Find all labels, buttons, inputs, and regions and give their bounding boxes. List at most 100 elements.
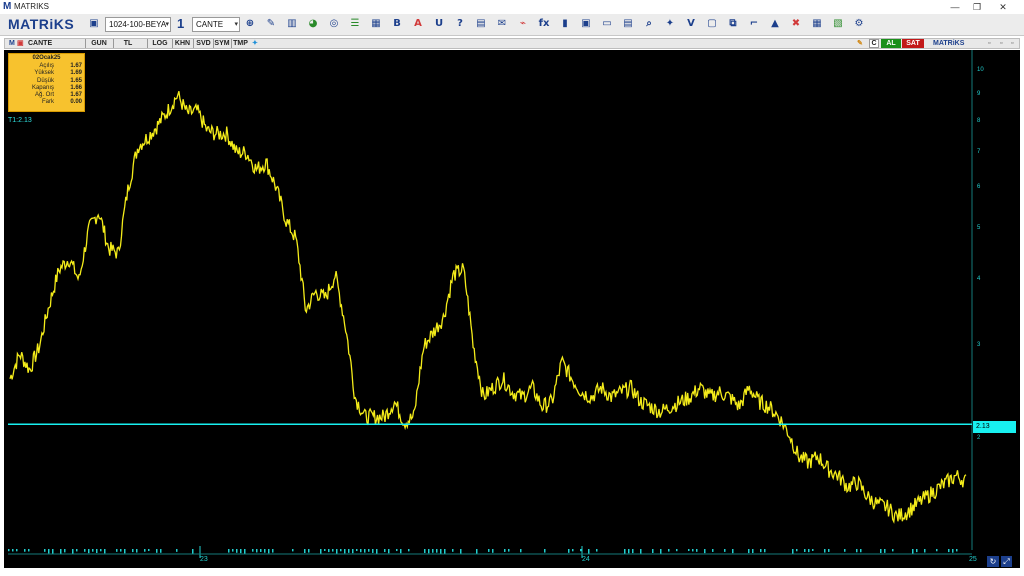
edit-icon[interactable]: ✎ xyxy=(857,39,863,48)
layout-number[interactable]: 1 xyxy=(177,16,184,31)
expand-icon[interactable]: ⤢ xyxy=(1001,556,1012,567)
restore-icon[interactable]: ⧉ xyxy=(726,17,740,31)
export-icon[interactable]: ▧ xyxy=(831,17,845,31)
calc-icon[interactable]: ▦ xyxy=(810,17,824,31)
tab-log[interactable]: LOG xyxy=(150,39,170,48)
trendline-label: T1:2.13 xyxy=(8,117,32,124)
volume-tick xyxy=(160,549,162,553)
maximize-button[interactable]: ❐ xyxy=(966,1,988,13)
volume-tick xyxy=(360,549,362,553)
volume-tick xyxy=(388,549,390,554)
table-icon[interactable]: ▦ xyxy=(369,17,383,31)
volume-tick xyxy=(760,549,762,553)
buy-button[interactable]: AL xyxy=(881,39,901,48)
chart-logo-icon: M xyxy=(9,40,15,47)
template-select[interactable]: 1024-100-BEYA ▾ xyxy=(105,17,171,32)
volume-tick xyxy=(580,549,582,552)
chart-symbol[interactable]: CANTE xyxy=(28,39,78,48)
search-icon[interactable]: ⌕ xyxy=(642,17,656,31)
link-icon[interactable]: ⌐ xyxy=(747,17,761,31)
save-icon[interactable]: ▣ xyxy=(87,17,101,31)
twitter-icon[interactable]: ✦ xyxy=(252,39,258,48)
volume-tick xyxy=(544,549,546,553)
close-button[interactable]: ✕ xyxy=(992,1,1014,13)
formula-icon[interactable]: fx xyxy=(537,17,551,31)
tab-tmp[interactable]: TMP xyxy=(231,39,250,48)
chevron-down-icon: ▾ xyxy=(165,21,169,28)
pie-chart-icon[interactable]: ◕ xyxy=(306,17,320,31)
tab-tl[interactable]: TL xyxy=(117,39,139,48)
volume-tick xyxy=(252,549,254,552)
volume-tick xyxy=(16,549,18,552)
globe-icon[interactable]: ◎ xyxy=(327,17,341,31)
help-icon[interactable]: ? xyxy=(453,17,467,31)
volume-tick xyxy=(44,549,46,552)
indicator-icon[interactable]: ▮ xyxy=(558,17,572,31)
tab-khn[interactable]: KHN xyxy=(173,39,192,48)
volume-tick xyxy=(400,549,402,554)
sell-button[interactable]: SAT xyxy=(902,39,924,48)
font-color-icon[interactable]: A xyxy=(411,17,425,31)
close-chart-icon[interactable]: ▫ xyxy=(1011,39,1013,48)
list-icon[interactable]: ☰ xyxy=(348,17,362,31)
volume-tick xyxy=(624,549,626,554)
volume-tick xyxy=(424,549,426,553)
volume-tick xyxy=(368,549,370,552)
volume-tick xyxy=(724,549,726,552)
volume-tick xyxy=(432,549,434,553)
scroll-icon[interactable]: ↻ xyxy=(987,556,999,567)
chart-brand: MATRiKS xyxy=(933,40,965,47)
bar-chart-icon[interactable]: ▥ xyxy=(285,17,299,31)
window-icon[interactable]: ▢ xyxy=(705,17,719,31)
volume-tick xyxy=(632,549,634,554)
minimize-chart-icon[interactable]: ▫ xyxy=(988,39,990,48)
volume-tick xyxy=(856,549,858,553)
bold-icon[interactable]: B xyxy=(390,17,404,31)
portfolio-icon[interactable]: ▤ xyxy=(621,17,635,31)
close-window-icon[interactable]: ✖ xyxy=(789,17,803,31)
maximize-chart-icon[interactable]: ▫ xyxy=(1000,39,1002,48)
c-button[interactable]: C xyxy=(869,39,879,48)
check-icon[interactable]: V xyxy=(684,17,698,31)
symbol-select[interactable]: CANTE ▾ xyxy=(192,17,240,32)
volume-tick xyxy=(72,549,74,554)
minimize-button[interactable]: — xyxy=(944,1,966,13)
brand-logo: MATRiKS xyxy=(8,16,75,32)
settings-icon[interactable]: ⚙ xyxy=(852,17,866,31)
volume-tick xyxy=(712,549,714,552)
volume-tick xyxy=(324,549,326,552)
draw-tool-icon[interactable]: ✎ xyxy=(264,17,278,31)
analysis-icon[interactable]: ⌁ xyxy=(516,17,530,31)
volume-tick xyxy=(824,549,826,553)
alert-icon[interactable]: ▲ xyxy=(768,17,782,31)
volume-tick xyxy=(24,549,26,552)
screen-icon[interactable]: ▭ xyxy=(600,17,614,31)
tab-gun[interactable]: GUN xyxy=(88,39,110,48)
twitter-icon[interactable]: ✦ xyxy=(663,17,677,31)
info-row: Yüksek 1.69 xyxy=(34,70,82,77)
volume-tick xyxy=(92,549,94,552)
volume-tick xyxy=(88,549,90,554)
tab-sym[interactable]: SYM xyxy=(213,39,231,48)
volume-tick xyxy=(660,549,662,554)
volume-tick xyxy=(828,549,830,552)
volume-tick xyxy=(268,549,270,554)
zoom-icon[interactable]: ⊕ xyxy=(243,17,257,31)
calendar-icon[interactable]: ▣ xyxy=(579,17,593,31)
volume-tick xyxy=(260,549,262,552)
y-tick: 10 xyxy=(977,67,984,74)
news-icon[interactable]: ▤ xyxy=(474,17,488,31)
main-toolbar: MATRiKS ▣ 1024-100-BEYA ▾ 1 CANTE ▾ ⊕ ✎ ▥ ◕… xyxy=(0,14,1024,36)
price-chart[interactable] xyxy=(4,50,1020,568)
app-window: M MATRIKS — ❐ ✕ MATRiKS ▣ 1024-100-BEYA … xyxy=(0,0,1024,576)
volume-tick xyxy=(332,549,334,552)
volume-tick xyxy=(328,549,330,553)
volume-tick xyxy=(100,549,102,552)
volume-tick xyxy=(792,549,794,554)
volume-tick xyxy=(668,549,670,552)
volume-tick xyxy=(320,549,322,554)
mail-icon[interactable]: ✉ xyxy=(495,17,509,31)
chart-close-icon[interactable]: ▣ xyxy=(17,39,24,48)
underline-icon[interactable]: U xyxy=(432,17,446,31)
tab-svd[interactable]: SVD xyxy=(194,39,213,48)
